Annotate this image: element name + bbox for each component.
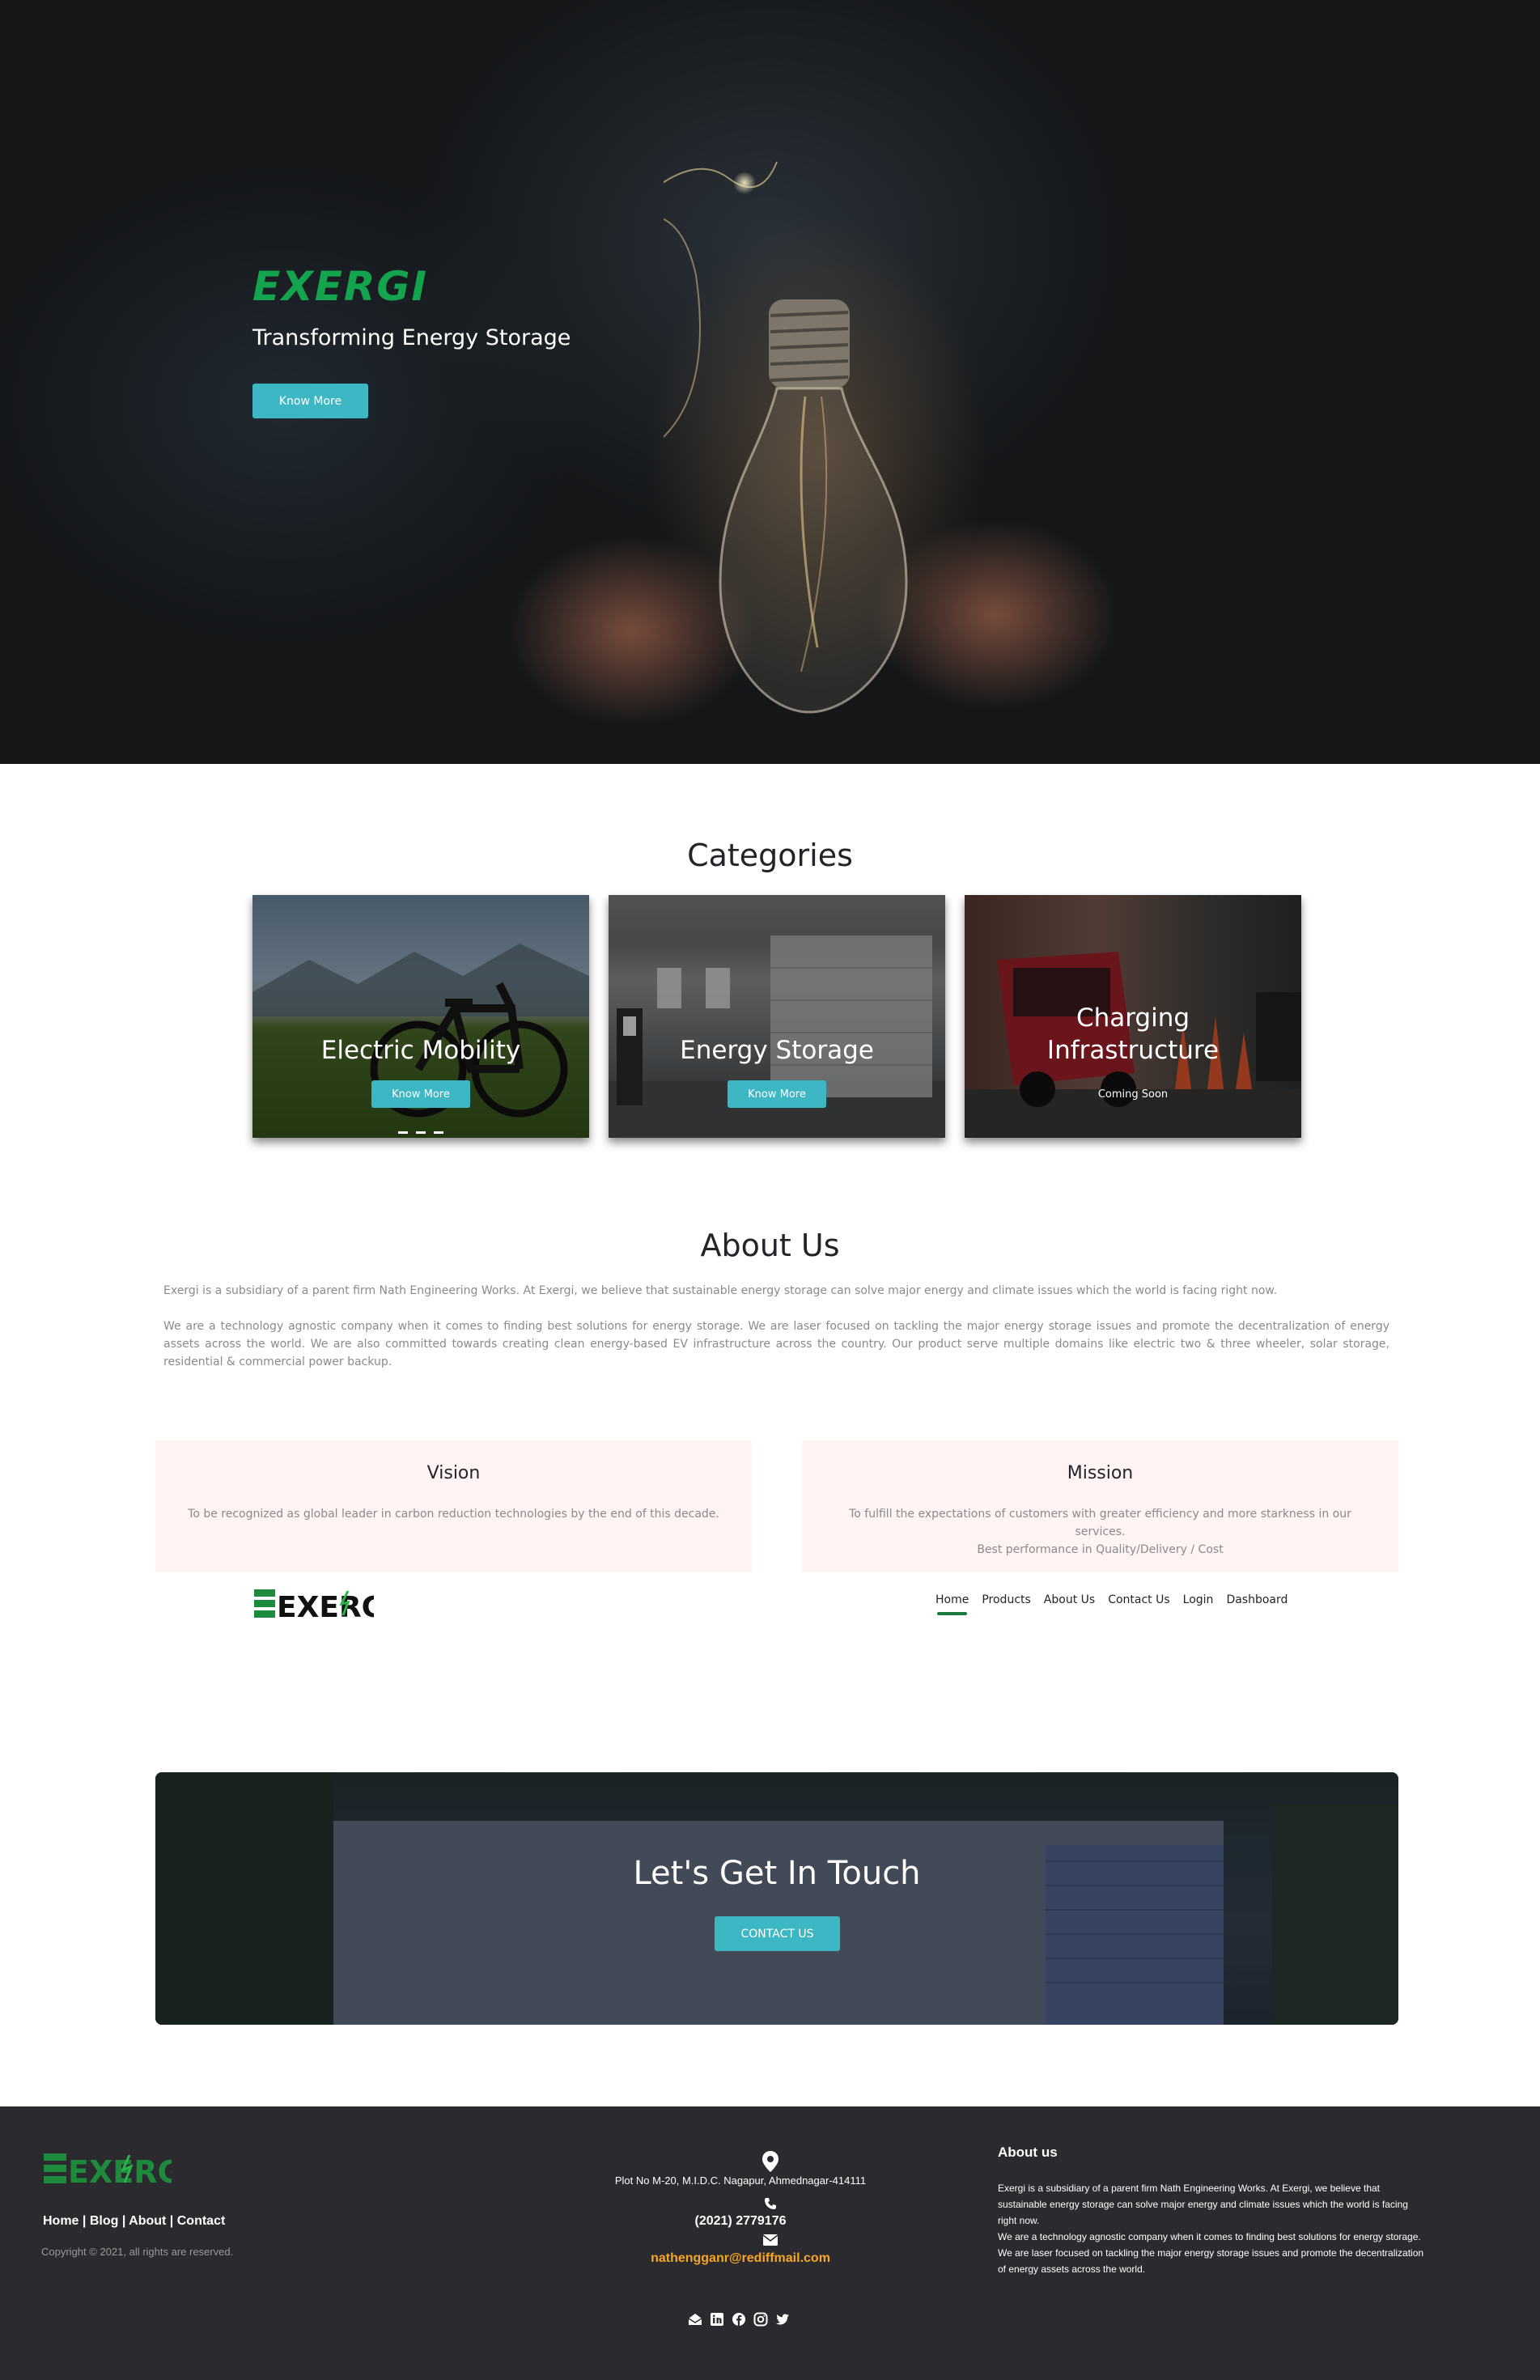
contact-title: Let's Get In Touch — [633, 1855, 921, 1892]
footer-link-about[interactable]: About — [129, 2214, 166, 2228]
nav-home[interactable]: Home — [935, 1593, 969, 1615]
footer-links: Home | Blog | About | Contact — [43, 2214, 226, 2228]
instagram-icon[interactable] — [753, 2312, 768, 2327]
nav-login[interactable]: Login — [1183, 1593, 1214, 1606]
mission-box: Mission To fulfill the expectations of c… — [802, 1440, 1398, 1572]
svg-text:EXERGI: EXERGI — [277, 1591, 374, 1622]
email-icon[interactable] — [688, 2312, 702, 2327]
energy-storage-know-more-button[interactable]: Know More — [728, 1080, 826, 1108]
contact-us-button[interactable]: CONTACT US — [715, 1916, 840, 1951]
hero-know-more-button[interactable]: Know More — [252, 384, 368, 418]
footer-link-contact[interactable]: Contact — [177, 2214, 226, 2228]
location-pin-icon — [0, 2151, 1540, 2172]
card-title-electric-mobility: Electric Mobility — [320, 1036, 521, 1065]
nav-products[interactable]: Products — [982, 1593, 1030, 1606]
contact-banner: Let's Get In Touch CONTACT US — [155, 1772, 1398, 2025]
nav-contact-us[interactable]: Contact Us — [1108, 1593, 1169, 1606]
category-card-charging-infrastructure[interactable]: Charging Infrastructure Coming Soon — [965, 895, 1301, 1138]
category-card-energy-storage[interactable]: Energy Storage Know More — [609, 895, 945, 1138]
mission-text: To fulfill the expectations of customers… — [849, 1508, 1351, 1538]
electric-mobility-know-more-button[interactable]: Know More — [371, 1080, 470, 1108]
footer-link-blog[interactable]: Blog — [90, 2214, 119, 2228]
footer-link-home[interactable]: Home — [43, 2214, 78, 2228]
categories-heading: Categories — [687, 838, 853, 873]
hero-tagline: Transforming Energy Storage — [252, 325, 571, 350]
hero-brand-logo: EXERGI — [252, 263, 429, 310]
linkedin-icon[interactable] — [710, 2312, 724, 2327]
vision-box: Vision To be recognized as global leader… — [155, 1440, 752, 1572]
footer-about-text: Exergi is a subsidiary of a parent firm … — [998, 2180, 1427, 2277]
category-card-electric-mobility[interactable]: Electric Mobility Know More — [252, 895, 589, 1138]
about-paragraph-1: Exergi is a subsidiary of a parent firm … — [163, 1284, 1278, 1297]
footer-about-text-2: We are a technology agnostic company whe… — [998, 2231, 1424, 2275]
light-bulb-image — [664, 161, 908, 714]
footer-address: Plot No M-20, M.I.D.C. Nagapur, Ahmednag… — [614, 2174, 867, 2187]
about-paragraph-2: We are a technology agnostic company whe… — [163, 1320, 1389, 1368]
twitter-icon[interactable] — [775, 2312, 790, 2327]
main-navbar: Home Products About Us Contact Us Login … — [935, 1593, 1300, 1615]
mission-title: Mission — [1067, 1463, 1134, 1483]
footer: EXERGI Home | Blog | About | Contact Cop… — [0, 2106, 1540, 2380]
vision-text: To be recognized as global leader in car… — [188, 1508, 719, 1521]
mission-text-2: Best performance in Quality/Delivery / C… — [977, 1543, 1224, 1556]
footer-about-title: About us — [998, 2145, 1058, 2160]
footer-email-link[interactable]: nathengganr@rediffmail.com — [566, 2251, 914, 2266]
banner-overlay — [155, 1772, 1398, 2025]
exergi-logo[interactable]: EXERGI — [252, 1586, 374, 1622]
footer-phone: (2021) 2779176 — [694, 2214, 787, 2228]
nav-dashboard[interactable]: Dashboard — [1226, 1593, 1288, 1606]
card-title-charging-line2: Infrastructure — [1046, 1036, 1220, 1065]
nav-about-us[interactable]: About Us — [1044, 1593, 1095, 1606]
hero-section: EXERGI Transforming Energy Storage Know … — [0, 0, 1540, 764]
facebook-icon[interactable] — [732, 2312, 746, 2327]
card-title-energy-storage: Energy Storage — [680, 1036, 874, 1065]
coming-soon-label: Coming Soon — [1097, 1088, 1169, 1101]
about-heading: About Us — [700, 1228, 840, 1263]
carousel-indicators[interactable] — [252, 1131, 589, 1134]
card-title-charging-line1: Charging — [1075, 1003, 1190, 1033]
footer-about-text-1: Exergi is a subsidiary of a parent firm … — [998, 2183, 1408, 2226]
social-icons — [688, 2312, 790, 2327]
vision-title: Vision — [426, 1463, 481, 1483]
copyright-text: Copyright © 2021, all rights are reserve… — [41, 2246, 234, 2258]
